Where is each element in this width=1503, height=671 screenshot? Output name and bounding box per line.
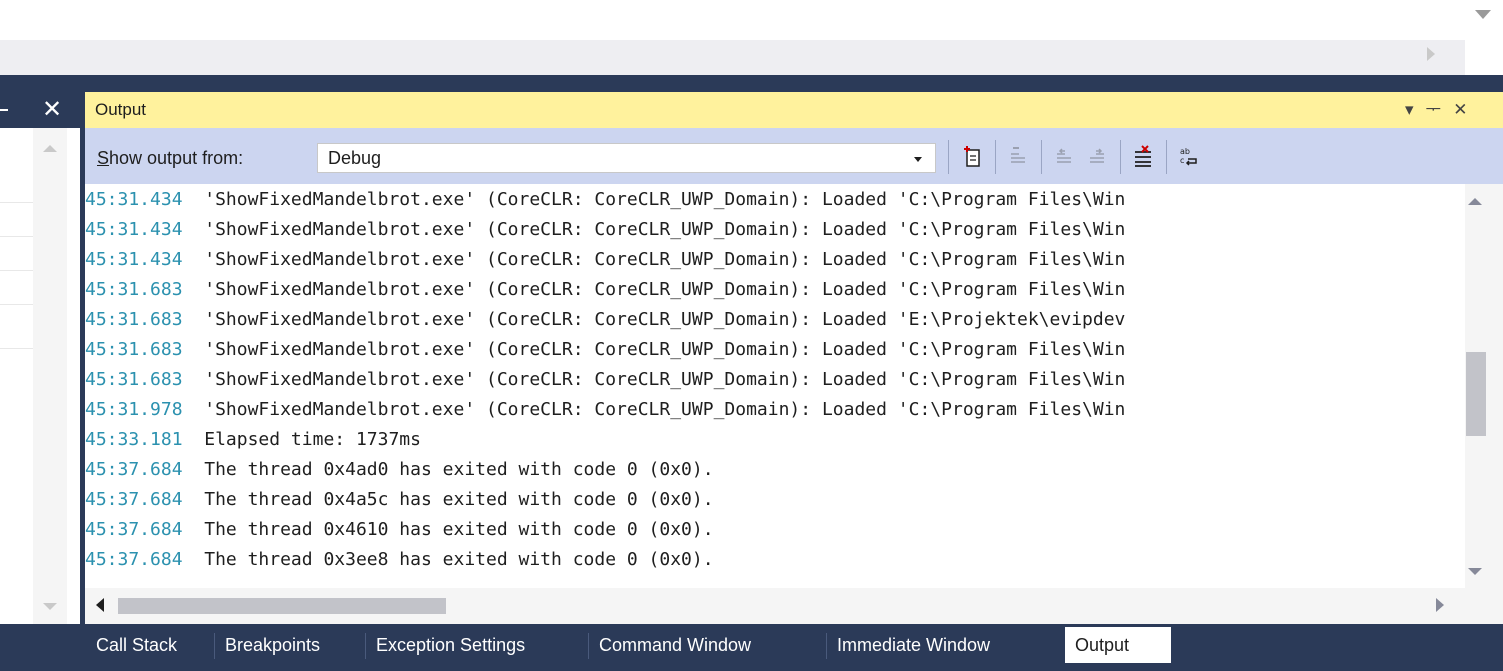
window-position-menu-icon[interactable]: ▾: [1405, 92, 1414, 128]
log-vertical-scroll-thumb[interactable]: [1466, 352, 1486, 436]
tab-call-stack[interactable]: Call Stack: [86, 627, 219, 663]
log-message: 'ShowFixedMandelbrot.exe' (CoreCLR: Core…: [204, 309, 1126, 330]
accelerator-key: S: [97, 148, 110, 168]
editor-scroll-down-icon[interactable]: [1475, 10, 1491, 19]
log-timestamp: 45:31.434: [85, 249, 183, 270]
scroll-left-icon[interactable]: [96, 598, 104, 612]
tab-output[interactable]: Output: [1065, 627, 1171, 663]
go-to-next-message-icon[interactable]: [1082, 140, 1112, 174]
go-to-previous-message-icon[interactable]: [1049, 140, 1079, 174]
left-panel-close-icon[interactable]: ✕: [38, 92, 66, 128]
left-panel-row-divider: [0, 304, 33, 305]
tab-separator: [214, 633, 215, 659]
log-message: 'ShowFixedMandelbrot.exe' (CoreCLR: Core…: [204, 219, 1126, 240]
log-line: 45:31.683 'ShowFixedMandelbrot.exe' (Cor…: [85, 365, 1125, 394]
log-line: 45:31.683 'ShowFixedMandelbrot.exe' (Cor…: [85, 275, 1125, 304]
auto-hide-pin-icon[interactable]: ᅮ: [1426, 92, 1442, 128]
left-panel-scrollbar[interactable]: [33, 128, 67, 624]
toolbar-separator: [948, 140, 949, 174]
editor-scroll-right-icon[interactable]: [1427, 47, 1435, 61]
tab-command-window[interactable]: Command Window: [590, 627, 833, 663]
log-message: 'ShowFixedMandelbrot.exe' (CoreCLR: Core…: [204, 339, 1126, 360]
tab-immediate-window[interactable]: Immediate Window: [828, 627, 1067, 663]
tab-separator: [365, 633, 366, 659]
chevron-down-icon[interactable]: [914, 157, 922, 162]
log-line: 45:33.181 Elapsed time: 1737ms: [85, 425, 421, 454]
left-panel-row-divider: [0, 236, 33, 237]
log-timestamp: 45:37.684: [85, 459, 183, 480]
svg-text:ab: ab: [1180, 147, 1190, 156]
log-timestamp: 45:37.684: [85, 519, 183, 540]
output-panel-title: Output: [95, 100, 147, 119]
log-timestamp: 45:31.978: [85, 399, 183, 420]
toolbar-separator: [1120, 140, 1121, 174]
show-output-from-label: Show output from:: [97, 143, 243, 173]
log-message: The thread 0x4610 has exited with code 0…: [204, 519, 714, 540]
log-message: The thread 0x3ee8 has exited with code 0…: [204, 549, 714, 570]
log-message: 'ShowFixedMandelbrot.exe' (CoreCLR: Core…: [204, 399, 1126, 420]
toggle-word-wrap-icon[interactable]: ab c: [1174, 140, 1204, 174]
scroll-up-icon[interactable]: [1468, 198, 1482, 205]
scroll-right-icon[interactable]: [1436, 598, 1444, 612]
log-line: 45:31.683 'ShowFixedMandelbrot.exe' (Cor…: [85, 305, 1125, 334]
output-panel-window-controls: ▾ ᅮ ✕: [1405, 92, 1467, 128]
log-message: 'ShowFixedMandelbrot.exe' (CoreCLR: Core…: [204, 189, 1126, 210]
log-timestamp: 45:31.683: [85, 369, 183, 390]
log-line: 45:31.683 'ShowFixedMandelbrot.exe' (Cor…: [85, 335, 1125, 364]
tab-exception-settings[interactable]: Exception Settings: [367, 627, 592, 663]
log-timestamp: 45:31.683: [85, 309, 183, 330]
svg-text:c: c: [1180, 156, 1184, 165]
scroll-down-icon[interactable]: [1468, 568, 1482, 575]
clear-all-icon[interactable]: [1128, 140, 1158, 174]
log-timestamp: 45:31.434: [85, 189, 183, 210]
tab-separator: [826, 633, 827, 659]
toolbar-separator: [995, 140, 996, 174]
left-panel-title-fragment: [0, 109, 8, 111]
log-horizontal-scroll-thumb[interactable]: [118, 598, 446, 614]
output-log[interactable]: 45:31.434 'ShowFixedMandelbrot.exe' (Cor…: [85, 184, 1465, 588]
left-panel-row-divider: [0, 348, 33, 349]
editor-area: [0, 0, 1503, 40]
log-line: 45:31.978 'ShowFixedMandelbrot.exe' (Cor…: [85, 395, 1125, 424]
log-timestamp: 45:31.683: [85, 339, 183, 360]
close-icon[interactable]: ✕: [1453, 92, 1467, 128]
log-message: The thread 0x4ad0 has exited with code 0…: [204, 459, 714, 480]
log-timestamp: 45:37.684: [85, 489, 183, 510]
log-timestamp: 45:31.683: [85, 279, 183, 300]
log-line: 45:37.684 The thread 0x3ee8 has exited w…: [85, 545, 714, 574]
left-panel-scroll-down-icon[interactable]: [43, 603, 57, 610]
find-message-in-code-icon[interactable]: [957, 140, 987, 174]
log-message: 'ShowFixedMandelbrot.exe' (CoreCLR: Core…: [204, 279, 1126, 300]
log-message: Elapsed time: 1737ms: [204, 429, 421, 450]
tab-breakpoints[interactable]: Breakpoints: [216, 627, 369, 663]
left-panel-scroll-up-icon[interactable]: [43, 145, 57, 152]
go-to-previous-message-icon[interactable]: [1003, 140, 1033, 174]
log-line: 45:31.434 'ShowFixedMandelbrot.exe' (Cor…: [85, 245, 1125, 274]
output-source-selected: Debug: [328, 148, 382, 168]
log-line: 45:37.684 The thread 0x4ad0 has exited w…: [85, 455, 714, 484]
log-message: 'ShowFixedMandelbrot.exe' (CoreCLR: Core…: [204, 369, 1126, 390]
editor-horizontal-scrollbar[interactable]: [0, 40, 1465, 75]
log-line: 45:37.684 The thread 0x4a5c has exited w…: [85, 485, 714, 514]
toolbar-separator: [1166, 140, 1167, 174]
log-line: 45:37.684 The thread 0x4610 has exited w…: [85, 515, 714, 544]
log-line: 45:31.434 'ShowFixedMandelbrot.exe' (Cor…: [85, 185, 1125, 214]
toolbar-separator: [1041, 140, 1042, 174]
show-output-from-text: how output from:: [109, 148, 244, 168]
tab-separator: [588, 633, 589, 659]
output-source-dropdown[interactable]: [317, 143, 936, 173]
output-panel-title-bar: [85, 92, 1503, 128]
left-panel-row-divider: [0, 270, 33, 271]
left-panel-row-divider: [0, 202, 33, 203]
log-timestamp: 45:37.684: [85, 549, 183, 570]
log-line: 45:31.434 'ShowFixedMandelbrot.exe' (Cor…: [85, 215, 1125, 244]
log-timestamp: 45:31.434: [85, 219, 183, 240]
log-message: 'ShowFixedMandelbrot.exe' (CoreCLR: Core…: [204, 249, 1126, 270]
log-timestamp: 45:33.181: [85, 429, 183, 450]
log-message: The thread 0x4a5c has exited with code 0…: [204, 489, 714, 510]
